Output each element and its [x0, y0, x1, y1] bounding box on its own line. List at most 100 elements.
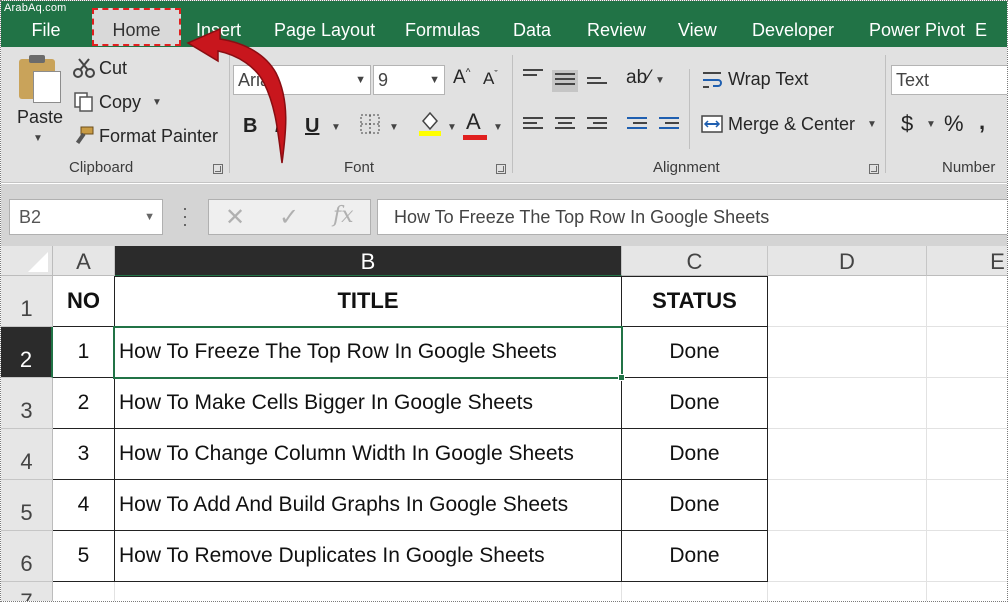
empty-cell[interactable]	[115, 582, 622, 601]
empty-cell[interactable]	[927, 327, 1007, 378]
bold-button[interactable]: B	[243, 115, 257, 138]
copy-icon[interactable]	[73, 91, 95, 113]
tab-data[interactable]: Data	[513, 17, 551, 45]
bottom-align-icon[interactable]	[587, 77, 607, 93]
tab-developer[interactable]: Developer	[752, 17, 834, 45]
tab-power-pivot[interactable]: Power Pivot	[869, 17, 965, 45]
row-header-7[interactable]: 7	[1, 582, 53, 601]
row-header-6[interactable]: 6	[1, 531, 53, 582]
orientation-dropdown-icon[interactable]: ▼	[655, 75, 665, 86]
formula-input[interactable]: How To Freeze The Top Row In Google Shee…	[377, 199, 1007, 235]
insert-function-icon[interactable]: fx	[333, 203, 354, 228]
comma-style-icon[interactable]: ,	[979, 109, 985, 135]
font-name-combo[interactable]: Arial ▼	[233, 65, 371, 95]
empty-cell[interactable]	[927, 582, 1007, 601]
empty-cell[interactable]	[927, 480, 1007, 531]
empty-cell[interactable]	[622, 582, 768, 601]
currency-button[interactable]: $	[901, 111, 913, 137]
column-header-c[interactable]: C	[622, 246, 768, 276]
copy-dropdown-icon[interactable]: ▼	[152, 97, 162, 108]
tab-view[interactable]: View	[678, 17, 717, 45]
empty-cell[interactable]	[768, 327, 927, 378]
shrink-font-icon[interactable]: Aˇ	[483, 69, 498, 89]
cell-no[interactable]: 3	[53, 429, 115, 480]
cell-status[interactable]: Done	[622, 327, 768, 378]
wrap-text-button[interactable]: Wrap Text	[728, 69, 808, 90]
column-header-e[interactable]: E	[927, 246, 1007, 276]
empty-cell[interactable]	[768, 276, 927, 327]
cut-button[interactable]: Cut	[99, 58, 127, 79]
clipboard-launcher-icon[interactable]	[213, 164, 223, 174]
empty-cell[interactable]	[768, 480, 927, 531]
cell-no[interactable]: 2	[53, 378, 115, 429]
orientation-icon[interactable]: ab⁄	[626, 67, 650, 89]
font-color-icon[interactable]: A	[466, 109, 481, 135]
header-cell-status[interactable]: STATUS	[622, 276, 768, 327]
cell-status[interactable]: Done	[622, 378, 768, 429]
column-header-d[interactable]: D	[768, 246, 927, 276]
tab-insert[interactable]: Insert	[196, 17, 241, 45]
align-left-icon[interactable]	[523, 117, 543, 133]
header-cell-no[interactable]: NO	[53, 276, 115, 327]
cell-status[interactable]: Done	[622, 480, 768, 531]
cell-status[interactable]: Done	[622, 429, 768, 480]
cell-title[interactable]: How To Freeze The Top Row In Google Shee…	[115, 327, 622, 378]
merge-center-button[interactable]: Merge & Center	[728, 114, 855, 135]
wrap-text-icon[interactable]	[701, 69, 723, 91]
empty-cell[interactable]	[927, 378, 1007, 429]
paste-button[interactable]: Paste	[17, 107, 63, 128]
cell-status[interactable]: Done	[622, 531, 768, 582]
cell-no[interactable]: 5	[53, 531, 115, 582]
column-header-a[interactable]: A	[53, 246, 115, 276]
align-center-icon[interactable]	[555, 117, 575, 133]
row-header-2[interactable]: 2	[1, 327, 53, 378]
alignment-launcher-icon[interactable]	[869, 164, 879, 174]
tab-page-layout[interactable]: Page Layout	[274, 17, 375, 45]
font-size-combo[interactable]: 9 ▼	[373, 65, 445, 95]
underline-button[interactable]: U	[305, 115, 319, 138]
fill-color-icon[interactable]	[417, 109, 443, 137]
cell-title[interactable]: How To Add And Build Graphs In Google Sh…	[115, 480, 622, 531]
merge-center-dropdown-icon[interactable]: ▼	[867, 119, 877, 130]
empty-cell[interactable]	[768, 531, 927, 582]
decrease-indent-icon[interactable]	[627, 117, 647, 133]
tab-file[interactable]: File	[1, 17, 91, 45]
font-name-dropdown-icon[interactable]: ▼	[355, 66, 366, 94]
copy-button[interactable]: Copy	[99, 92, 141, 113]
row-header-5[interactable]: 5	[1, 480, 53, 531]
fill-handle[interactable]	[618, 374, 625, 381]
percent-button[interactable]: %	[944, 111, 964, 137]
column-header-b[interactable]: B	[115, 246, 622, 276]
empty-cell[interactable]	[53, 582, 115, 601]
header-cell-title[interactable]: TITLE	[115, 276, 622, 327]
cell-no[interactable]: 1	[53, 327, 115, 378]
format-painter-icon[interactable]	[73, 125, 95, 147]
top-align-icon[interactable]	[523, 69, 543, 85]
name-box-dropdown-icon[interactable]: ▼	[144, 200, 155, 234]
name-box[interactable]: B2 ▼	[9, 199, 163, 235]
format-painter-button[interactable]: Format Painter	[99, 126, 218, 147]
font-size-dropdown-icon[interactable]: ▼	[429, 66, 440, 94]
empty-cell[interactable]	[768, 378, 927, 429]
currency-dropdown-icon[interactable]: ▼	[926, 119, 936, 130]
tab-review[interactable]: Review	[587, 17, 646, 45]
middle-align-icon[interactable]	[552, 70, 578, 92]
row-header-3[interactable]: 3	[1, 378, 53, 429]
enter-icon[interactable]: ✓	[279, 203, 299, 232]
fill-color-dropdown-icon[interactable]: ▼	[447, 122, 457, 133]
more-options-icon[interactable]: · · ·	[181, 199, 189, 233]
tab-home[interactable]: Home	[92, 8, 181, 46]
paste-dropdown-icon[interactable]: ▼	[33, 133, 43, 144]
align-right-icon[interactable]	[587, 117, 607, 133]
merge-center-icon[interactable]	[701, 113, 723, 135]
number-format-combo[interactable]: Text	[891, 65, 1007, 95]
row-header-1[interactable]: 1	[1, 276, 53, 327]
cell-title[interactable]: How To Make Cells Bigger In Google Sheet…	[115, 378, 622, 429]
empty-cell[interactable]	[927, 531, 1007, 582]
cell-title[interactable]: How To Change Column Width In Google She…	[115, 429, 622, 480]
tab-overflow[interactable]: E	[975, 17, 987, 45]
cancel-icon[interactable]: ✕	[225, 203, 245, 232]
tab-formulas[interactable]: Formulas	[405, 17, 480, 45]
cell-title[interactable]: How To Remove Duplicates In Google Sheet…	[115, 531, 622, 582]
empty-cell[interactable]	[927, 429, 1007, 480]
